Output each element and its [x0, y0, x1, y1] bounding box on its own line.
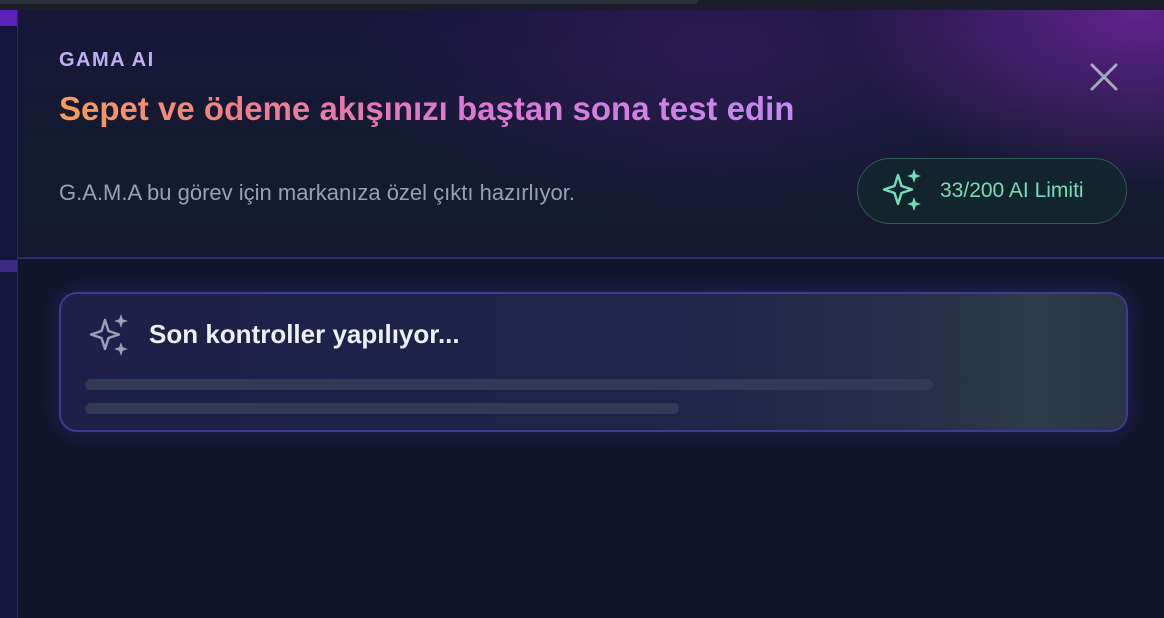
sparkles-icon	[89, 314, 128, 356]
sidebar-accent	[0, 10, 17, 26]
modal-header: GAMA AI Sepet ve ödeme akışınızı baştan …	[18, 10, 1164, 259]
modal-subtitle: G.A.M.A bu görev için markanıza özel çık…	[59, 180, 575, 205]
brand-eyebrow: GAMA AI	[59, 49, 155, 71]
skeleton-line	[85, 403, 679, 414]
left-sidebar-edge	[0, 10, 17, 618]
close-button[interactable]	[1084, 57, 1124, 97]
ai-limit-badge[interactable]: 33/200 AI Limiti	[857, 158, 1127, 224]
loading-status-text: Son kontroller yapılıyor...	[149, 319, 460, 349]
ai-task-modal: GAMA AI Sepet ve ödeme akışınızı baştan …	[17, 10, 1164, 618]
modal-title: Sepet ve ödeme akışınızı baştan sona tes…	[59, 90, 795, 127]
browser-top-strip	[0, 0, 1164, 10]
skeleton-line	[85, 379, 933, 390]
scroll-indicator	[0, 0, 698, 4]
sidebar-divider	[0, 260, 17, 272]
sparkles-icon	[882, 169, 921, 211]
ai-limit-label: 33/200 AI Limiti	[940, 179, 1084, 202]
close-icon	[1090, 63, 1118, 91]
loading-status-card: Son kontroller yapılıyor...	[59, 292, 1128, 432]
